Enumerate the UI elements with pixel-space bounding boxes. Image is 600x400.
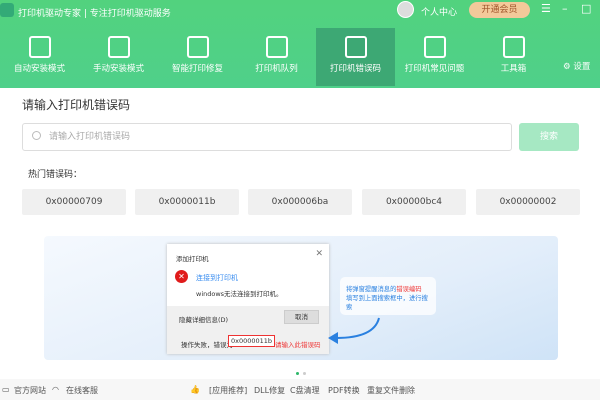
details-toggle: 隐藏详细信息(D) bbox=[179, 316, 229, 324]
dll-repair-link[interactable]: DLL修复 bbox=[254, 385, 285, 396]
footer: ▭ 官方网站 ◠ 在线客服 👍 [应用推荐] DLL修复 C盘清理 PDF转换 … bbox=[0, 379, 600, 400]
user-center-link[interactable]: 个人中心 bbox=[421, 5, 457, 18]
support-link[interactable]: 在线客服 bbox=[66, 385, 98, 396]
printer-queue-icon bbox=[265, 36, 288, 58]
tip-text: 填写到上面搜索框中，进行搜索 bbox=[346, 295, 428, 311]
carousel-dots bbox=[296, 368, 310, 378]
guide-tip: 将弹窗提醒消息的错误编码填写到上面搜索框中，进行搜索 bbox=[340, 277, 436, 315]
tab-toolbox[interactable]: 工具箱 bbox=[474, 28, 553, 86]
tip-text: 将弹窗提醒消息的 bbox=[346, 286, 397, 293]
tab-print-queue[interactable]: 打印机队列 bbox=[237, 28, 316, 86]
hot-code-chip[interactable]: 0x00000709 bbox=[22, 189, 126, 215]
gear-icon: ⚙ bbox=[563, 62, 571, 72]
tab-label: 打印机队列 bbox=[255, 64, 298, 74]
example-dialog: 添加打印机 ✕ ✕ 连接到打印机 windows无法连接到打印机。 隐藏详细信息… bbox=[167, 244, 329, 354]
tab-label: 自动安装模式 bbox=[13, 64, 65, 74]
dialog-footer: 隐藏详细信息(D) 取消 操作失败，错误为 0x0000011b 请输入此错误码 bbox=[167, 306, 329, 354]
search-input[interactable]: 请输入打印机错误码 bbox=[22, 123, 512, 151]
thumbs-up-icon: 👍 bbox=[190, 385, 200, 394]
website-icon: ▭ bbox=[2, 385, 10, 394]
tab-smart-repair[interactable]: 智能打印修复 bbox=[158, 28, 237, 86]
fail-text: 操作失败，错误为 bbox=[181, 341, 233, 349]
tab-label: 设置 bbox=[573, 62, 591, 72]
search-placeholder: 请输入打印机错误码 bbox=[49, 132, 131, 142]
search-button[interactable]: 搜索 bbox=[519, 123, 579, 151]
carousel-dot[interactable] bbox=[296, 372, 299, 375]
app-title: 打印机驱动专家 | 专注打印机驱动服务 bbox=[18, 9, 171, 19]
page-title: 请输入打印机错误码 bbox=[22, 98, 131, 112]
minimize-icon[interactable]: – bbox=[562, 2, 568, 15]
tab-error-code[interactable]: 打印机错误码 bbox=[316, 28, 395, 86]
tab-label: 智能打印修复 bbox=[171, 64, 223, 74]
header: 打印机驱动专家 | 专注打印机驱动服务 个人中心 开通会员 ☰ – □ 自动安装… bbox=[0, 0, 600, 88]
printer-error-icon bbox=[344, 36, 367, 58]
hot-code-chip[interactable]: 0x00000bc4 bbox=[362, 189, 466, 215]
tab-label: 手动安装模式 bbox=[92, 64, 144, 74]
app-logo bbox=[0, 3, 14, 17]
maximize-icon[interactable]: □ bbox=[581, 2, 591, 15]
tab-label: 工具箱 bbox=[500, 64, 527, 74]
c-disk-clean-link[interactable]: C盘清理 bbox=[290, 385, 320, 396]
dialog-message: windows无法连接到打印机。 bbox=[196, 290, 283, 298]
headset-icon: ◠ bbox=[52, 385, 59, 394]
hot-code-chip[interactable]: 0x0000011b bbox=[135, 189, 239, 215]
avatar[interactable] bbox=[397, 1, 414, 18]
hot-code-chip[interactable]: 0x00000002 bbox=[476, 189, 580, 215]
tab-label: 打印机常见问题 bbox=[404, 64, 465, 74]
printer-question-icon bbox=[423, 36, 446, 58]
search-icon bbox=[32, 131, 41, 140]
recommend-label: [应用推荐] bbox=[209, 386, 248, 395]
guide-banner: 添加打印机 ✕ ✕ 连接到打印机 windows无法连接到打印机。 隐藏详细信息… bbox=[44, 236, 558, 360]
dialog-heading: 连接到打印机 bbox=[196, 274, 238, 282]
website-link[interactable]: 官方网站 bbox=[14, 385, 46, 396]
repair-icon bbox=[186, 36, 209, 58]
manual-install-icon bbox=[107, 36, 130, 58]
tip-highlight: 错误编码 bbox=[396, 286, 422, 293]
dialog-title: 添加打印机 bbox=[176, 255, 209, 263]
error-code-example: 0x0000011b bbox=[228, 335, 276, 347]
duplicate-delete-link[interactable]: 重复文件删除 bbox=[367, 385, 415, 396]
carousel-dot[interactable] bbox=[303, 372, 306, 375]
tab-manual-install[interactable]: 手动安装模式 bbox=[79, 28, 158, 86]
error-icon: ✕ bbox=[175, 270, 188, 283]
tab-label: 打印机错误码 bbox=[329, 64, 381, 74]
hot-code-chip[interactable]: 0x000006ba bbox=[248, 189, 352, 215]
main-nav: 自动安装模式 手动安装模式 智能打印修复 打印机队列 打印机错误码 打印机常见问… bbox=[0, 28, 600, 86]
menu-icon[interactable]: ☰ bbox=[541, 2, 551, 15]
close-icon: ✕ bbox=[315, 249, 323, 259]
error-code-hint: 请输入此错误码 bbox=[275, 341, 321, 349]
auto-install-icon bbox=[28, 36, 51, 58]
cancel-button: 取消 bbox=[284, 310, 319, 324]
tab-auto-install[interactable]: 自动安装模式 bbox=[0, 28, 79, 86]
pdf-convert-link[interactable]: PDF转换 bbox=[328, 385, 360, 396]
tab-faq[interactable]: 打印机常见问题 bbox=[395, 28, 474, 86]
vip-button[interactable]: 开通会员 bbox=[469, 2, 530, 18]
settings-button[interactable]: ⚙ 设置 bbox=[553, 28, 600, 86]
toolbox-icon bbox=[502, 36, 525, 58]
hot-codes-label: 热门错误码： bbox=[28, 170, 83, 180]
arrow-icon bbox=[328, 317, 380, 344]
